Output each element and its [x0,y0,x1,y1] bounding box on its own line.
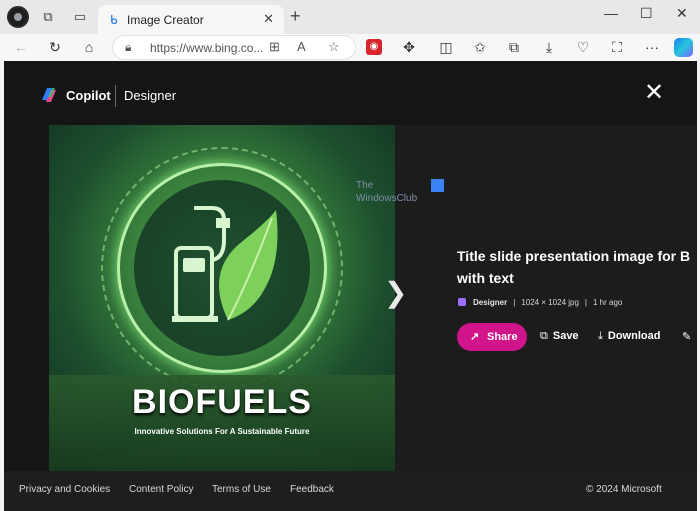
extensions-puzzle-icon[interactable]: ✥ [400,38,418,56]
home-icon[interactable]: ⌂ [80,38,98,56]
refresh-icon[interactable]: ↻ [46,38,64,56]
back-icon[interactable]: ← [12,38,30,56]
browser-essentials-icon[interactable]: ♡ [574,38,592,56]
meta-dimensions: 1024 × 1024 jpg [521,298,579,307]
downloads-icon[interactable]: ⤓ [540,38,558,56]
image-title-line2: with text [457,270,514,286]
maximize-icon[interactable]: ☐ [640,5,653,22]
active-tab[interactable]: ᑲ Image Creator ✕ [98,5,284,34]
bing-b-icon: ᑲ [110,13,118,27]
footer-link-privacy[interactable]: Privacy and Cookies [19,484,110,495]
designer-small-icon [458,298,466,306]
save-button[interactable]: ⧉ Save [540,330,579,343]
share-button[interactable]: ↗ Share [457,323,527,351]
watermark-line1: The [356,180,374,191]
close-window-icon[interactable]: ✕ [676,5,688,22]
footer-copyright: © 2024 Microsoft [586,484,662,495]
profile-avatar[interactable] [7,6,29,28]
minimize-icon[interactable]: — [604,5,618,21]
save-label: Save [552,330,579,342]
meta-separator: | [584,298,587,307]
tab-actions-icon[interactable]: ▭ [72,9,88,25]
app-available-icon[interactable]: ⊞ [269,39,280,55]
share-label: Share [487,331,518,343]
save-collection-icon: ⧉ [540,330,548,342]
edit-brush-icon: ✎ [682,331,692,343]
browser-toolbar: ← ↻ ⌂ 🔒︎ https://www.bing.co... ⊞ A ☆ ◉ … [0,34,700,61]
watermark-line2: WindowsClub [356,193,418,204]
favorite-star-icon[interactable]: ☆ [328,39,340,55]
product-name[interactable]: Designer [124,88,176,103]
footer-link-terms[interactable]: Terms of Use [212,484,271,495]
footer-link-content-policy[interactable]: Content Policy [129,484,193,495]
share-icon: ↗ [470,331,480,343]
watermark: The WindowsClub [356,179,417,205]
page-footer: Privacy and Cookies Content Policy Terms… [4,471,697,511]
collections-icon[interactable]: ⧉ [505,38,523,56]
close-viewer-icon[interactable]: ✕ [644,81,664,105]
fuel-pump-leaf-icon [172,206,278,322]
favorites-icon[interactable]: ✩ [471,38,489,56]
generated-image[interactable]: BIOFUELS Innovative Solutions For A Sust… [49,125,395,471]
brand-name[interactable]: Copilot [66,88,111,103]
address-bar[interactable]: 🔒︎ https://www.bing.co... ⊞ A ☆ [112,35,356,60]
workspaces-icon[interactable]: ⧉ [40,9,56,25]
download-icon: ⤓ [598,330,603,342]
tab-title: Image Creator [127,13,204,27]
tab-close-icon[interactable]: ✕ [263,11,274,27]
image-tagline: Innovative Solutions For A Sustainable F… [134,427,310,436]
read-aloud-icon[interactable]: A [297,39,306,54]
copilot-sidebar-icon[interactable] [674,38,693,57]
copilot-logo-icon [42,88,56,102]
extension-red-icon[interactable]: ◉ [366,39,382,55]
url-text[interactable]: https://www.bing.co... [150,41,263,55]
image-headline: BIOFUELS [132,383,312,421]
new-tab-icon[interactable]: + [290,6,301,27]
tab-strip: ⧉ ▭ ᑲ Image Creator ✕ + — ☐ ✕ [0,0,700,34]
next-image-chevron-icon[interactable]: ❯ [384,279,407,307]
meta-separator: | [513,298,516,307]
download-label: Download [607,330,661,342]
watermark-logo-icon [431,179,444,192]
download-button[interactable]: ⤓ Download [598,330,660,343]
designer-viewer: Copilot Designer ✕ BIOFUELS Innovative S… [4,61,697,511]
image-meta: Designer | 1024 × 1024 jpg | 1 hr ago [458,298,622,307]
split-screen-icon[interactable]: ◫ [437,38,455,56]
brand-divider [115,85,116,107]
customize-button[interactable]: ✎ [682,330,696,343]
lock-icon[interactable]: 🔒︎ [125,40,131,55]
image-title-line1: Title slide presentation image for B [457,248,691,264]
meta-source: Designer [473,298,508,307]
footer-link-feedback[interactable]: Feedback [290,484,334,495]
screenshot-icon[interactable]: ⛶ [608,38,626,56]
meta-age: 1 hr ago [593,298,623,307]
image-title: Title slide presentation image for B wit… [457,245,697,289]
more-menu-icon[interactable]: ··· [643,38,661,56]
